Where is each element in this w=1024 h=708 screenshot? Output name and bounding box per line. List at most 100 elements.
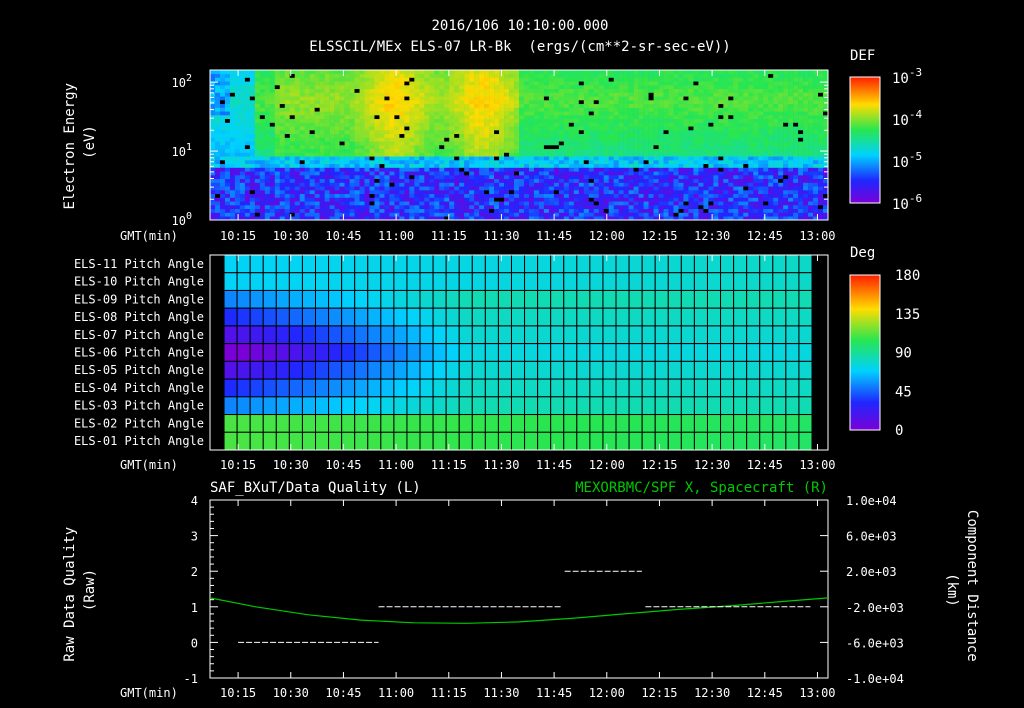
spectrogram-cell [489, 88, 495, 93]
spectrogram-cell [274, 118, 281, 123]
spectrogram-cell [583, 92, 590, 97]
spectrogram-cell [678, 103, 684, 108]
spectrogram-cell [533, 88, 540, 93]
spectrogram-cell [623, 111, 629, 116]
spectrogram-cell [299, 111, 305, 116]
spectrogram-cell [678, 96, 684, 101]
spectrogram-cell [339, 201, 345, 206]
spectrogram-cell [743, 81, 749, 86]
spectrogram-cell [753, 88, 759, 93]
spectrogram-cell [424, 167, 430, 172]
spectrogram-cell [234, 115, 241, 120]
spectrogram-cell [224, 205, 231, 210]
spectrogram-cell [234, 137, 241, 142]
spectrogram-cell [449, 73, 455, 78]
spectrogram-cell [284, 190, 291, 195]
spectrogram-cell [548, 126, 555, 131]
spectrogram-cell [733, 141, 739, 146]
spectrogram-cell [344, 167, 350, 172]
spectrogram-cell [359, 85, 365, 90]
spectrogram-cell [489, 156, 495, 161]
spectrogram-cell [219, 77, 226, 82]
spectrogram-cell [563, 118, 570, 123]
spectrogram-cell [299, 152, 305, 157]
spectrogram-cell [244, 190, 251, 195]
spectrogram-cell [409, 96, 415, 101]
spectrogram-cell [494, 160, 500, 165]
spectrogram-cell [803, 96, 809, 101]
spectrogram-cell [509, 118, 515, 123]
spectrogram-cell [239, 70, 246, 75]
spectrogram-cell [708, 193, 714, 198]
spectrogram-cell [259, 193, 266, 198]
spectrogram-cell [509, 73, 515, 78]
spectrogram-cell [344, 133, 350, 138]
spectrogram-cell [224, 81, 231, 86]
spectrogram-cell [464, 193, 470, 198]
spectrogram-cell [334, 111, 340, 116]
spectrogram-cell [399, 92, 405, 97]
spectrogram-cell [499, 88, 505, 93]
spectrogram-cell [768, 201, 774, 206]
spectrogram-cell [319, 171, 325, 176]
spectrogram-cell [778, 175, 784, 180]
spectrogram-cell [533, 81, 540, 86]
spectrogram-cell [803, 160, 809, 165]
spectrogram-cell [698, 193, 704, 198]
spectrogram-cell [673, 111, 679, 116]
spectrogram-cell [284, 208, 291, 213]
spectrogram-cell [668, 115, 674, 120]
spectrogram-cell [528, 77, 535, 82]
spectrogram-cell [738, 107, 744, 112]
spectrogram-cell [758, 92, 764, 97]
spectrogram-cell [773, 163, 779, 168]
spectrogram-cell [444, 167, 450, 172]
spectrogram-cell [459, 141, 465, 146]
spectrogram-cell [613, 133, 619, 138]
spectrogram-cell [653, 133, 659, 138]
spectrogram-cell [364, 126, 370, 131]
spectrogram-cell [818, 103, 824, 108]
spectrogram-cell [733, 107, 739, 112]
spectrogram-cell [808, 178, 814, 183]
spectrogram-cell [798, 122, 804, 127]
spectrogram-cell [798, 212, 804, 217]
spectrogram-cell [583, 178, 590, 183]
spectrogram-cell [314, 205, 320, 210]
spectrogram-cell [618, 201, 624, 206]
spectrogram-cell [773, 167, 779, 172]
spectrogram-cell [688, 100, 694, 105]
spectrogram-cell [583, 160, 590, 165]
spectrogram-cell [738, 193, 744, 198]
spectrogram-cell [533, 103, 540, 108]
spectrogram-cell [598, 178, 605, 183]
spectrogram-cell [743, 115, 749, 120]
spectrogram-cell [653, 193, 659, 198]
spectrogram-cell [693, 193, 699, 198]
spectrogram-cell [758, 130, 764, 135]
spectrogram-cell [558, 92, 565, 97]
spectrogram-cell [389, 212, 395, 217]
spectrogram-cell [553, 81, 560, 86]
spectrogram-cell [738, 171, 744, 176]
spectrogram-cell [439, 148, 445, 153]
spectrogram-cell [818, 178, 824, 183]
spectrogram-cell [663, 92, 669, 97]
spectrogram-cell [389, 163, 395, 168]
spectrogram-cell [538, 212, 545, 217]
spectrogram-cell [369, 96, 375, 101]
spectrogram-cell [578, 100, 585, 105]
spectrogram-cell [628, 212, 634, 217]
spectrogram-cell [424, 77, 430, 82]
spectrogram-cell [673, 70, 679, 75]
spectrogram-cell [464, 103, 470, 108]
spectrogram-cell [469, 163, 475, 168]
spectrogram-cell [314, 160, 320, 165]
spectrogram-cell [563, 85, 570, 90]
spectrogram-cell [299, 118, 305, 123]
spectrogram-cell [284, 73, 291, 78]
spectrogram-cell [309, 126, 315, 131]
spectrogram-cell [773, 73, 779, 78]
spectrogram-cell [479, 111, 485, 116]
spectrogram-cell [593, 96, 600, 101]
